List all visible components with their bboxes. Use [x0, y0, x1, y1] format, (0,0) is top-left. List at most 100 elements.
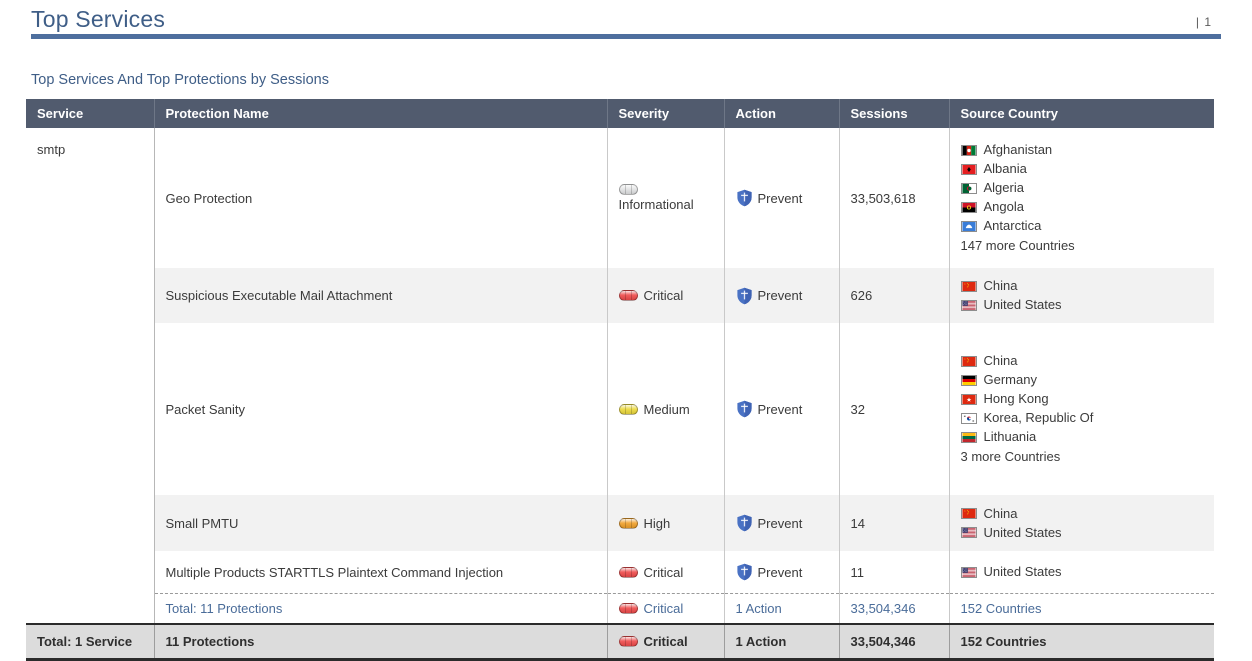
severity-cell: Critical — [607, 551, 724, 594]
title-underline — [31, 34, 1221, 39]
severity-cell: Medium — [607, 323, 724, 495]
country-name: Algeria — [984, 181, 1024, 195]
flag-united-states-icon — [961, 527, 977, 538]
table-body: smtp Geo Protection Informational — [26, 128, 1214, 660]
flag-china-icon — [961, 508, 977, 519]
grand-total-protection-cell: 11 Protections — [154, 624, 607, 660]
severity-cell: Informational — [607, 128, 724, 268]
top-services-table-wrapper: Service Protection Name Severity Action … — [26, 99, 1214, 661]
table-row[interactable]: Packet Sanity Medium — [26, 323, 1214, 495]
sessions-cell: 33,503,618 — [839, 128, 949, 268]
country-name: United States — [984, 298, 1062, 312]
action-cell: Prevent — [724, 495, 839, 551]
flag-united-states-icon — [961, 567, 977, 578]
report-page: Top Services | 1 Top Services And Top Pr… — [0, 0, 1252, 657]
severity-pill-high-icon — [619, 518, 638, 529]
subtotal-sessions-cell: 33,504,346 — [839, 594, 949, 625]
severity-label: High — [644, 516, 671, 531]
severity-label: Critical — [644, 634, 688, 649]
column-header-severity[interactable]: Severity — [607, 99, 724, 128]
column-header-sessions[interactable]: Sessions — [839, 99, 949, 128]
shield-icon — [736, 189, 753, 207]
flag-germany-icon — [961, 375, 977, 386]
table-row[interactable]: Small PMTU High — [26, 495, 1214, 551]
column-header-action[interactable]: Action — [724, 99, 839, 128]
country-name: Antarctica — [984, 219, 1042, 233]
grand-total-country-cell: 152 Countries — [949, 624, 1214, 660]
column-header-protection-name[interactable]: Protection Name — [154, 99, 607, 128]
severity-label: Medium — [644, 402, 690, 417]
action-label: Prevent — [758, 565, 803, 580]
flag-albania-icon — [961, 164, 977, 175]
subtotal-protection-cell: Total: 11 Protections — [154, 594, 607, 625]
protection-name-cell: Small PMTU — [154, 495, 607, 551]
flag-angola-icon — [961, 202, 977, 213]
page-number: | 1 — [1196, 15, 1212, 29]
country-item: United States — [961, 298, 1215, 312]
severity-pill-critical-icon — [619, 603, 638, 614]
country-item: Albania — [961, 162, 1215, 176]
country-name: Hong Kong — [984, 392, 1049, 406]
severity-label: Critical — [644, 601, 684, 616]
country-name: China — [984, 279, 1018, 293]
grand-total-action-cell: 1 Action — [724, 624, 839, 660]
action-label: Prevent — [758, 516, 803, 531]
shield-icon — [736, 514, 753, 532]
severity-pill-critical-icon — [619, 290, 638, 301]
column-header-service[interactable]: Service — [26, 99, 154, 128]
country-name: China — [984, 354, 1018, 368]
country-name: United States — [984, 565, 1062, 579]
country-name: Afghanistan — [984, 143, 1053, 157]
country-item: Lithuania — [961, 430, 1215, 444]
country-item: Germany — [961, 373, 1215, 387]
grand-total-service-cell: Total: 1 Service — [26, 624, 154, 660]
severity-label: Critical — [644, 288, 684, 303]
source-country-cell: China United States — [949, 495, 1214, 551]
source-country-cell: Afghanistan Albania — [949, 128, 1214, 268]
grand-total-severity-cell: Critical — [607, 624, 724, 660]
flag-hong-kong-icon — [961, 394, 977, 405]
flag-china-icon — [961, 356, 977, 367]
service-cell: smtp — [26, 128, 154, 624]
top-services-table: Service Protection Name Severity Action … — [26, 99, 1214, 661]
country-item: Hong Kong — [961, 392, 1215, 406]
country-name: United States — [984, 526, 1062, 540]
severity-label: Critical — [644, 565, 684, 580]
column-header-source-country[interactable]: Source Country — [949, 99, 1214, 128]
severity-cell: Critical — [607, 268, 724, 323]
grand-total-sessions-cell: 33,504,346 — [839, 624, 949, 660]
grand-total-row: Total: 1 Service 11 Protections Critical… — [26, 624, 1214, 660]
country-item: Afghanistan — [961, 143, 1215, 157]
country-name: Lithuania — [984, 430, 1037, 444]
country-item: Algeria — [961, 181, 1215, 195]
table-header-row: Service Protection Name Severity Action … — [26, 99, 1214, 128]
flag-united-states-icon — [961, 300, 977, 311]
shield-icon — [736, 287, 753, 305]
source-country-cell: China Germany — [949, 323, 1214, 495]
table-row[interactable]: Multiple Products STARTTLS Plaintext Com… — [26, 551, 1214, 594]
country-item: China — [961, 279, 1215, 293]
country-item: Angola — [961, 200, 1215, 214]
action-label: Prevent — [758, 402, 803, 417]
severity-pill-informational-icon — [619, 184, 638, 195]
more-countries-label: 3 more Countries — [961, 449, 1215, 464]
source-country-cell: United States — [949, 551, 1214, 594]
country-item: China — [961, 354, 1215, 368]
flag-antarctica-icon — [961, 221, 977, 232]
severity-pill-critical-icon — [619, 567, 638, 578]
flag-china-icon — [961, 281, 977, 292]
protection-name-cell: Geo Protection — [154, 128, 607, 268]
table-row[interactable]: smtp Geo Protection Informational — [26, 128, 1214, 268]
action-label: Prevent — [758, 191, 803, 206]
more-countries-label: 147 more Countries — [961, 238, 1215, 253]
page-title: Top Services — [31, 6, 165, 33]
action-cell: Prevent — [724, 551, 839, 594]
section-subtitle: Top Services And Top Protections by Sess… — [31, 72, 329, 88]
table-row[interactable]: Suspicious Executable Mail Attachment Cr… — [26, 268, 1214, 323]
sessions-cell: 626 — [839, 268, 949, 323]
country-item: United States — [961, 526, 1215, 540]
country-item: United States — [961, 565, 1215, 579]
action-cell: Prevent — [724, 268, 839, 323]
action-label: Prevent — [758, 288, 803, 303]
country-name: Angola — [984, 200, 1024, 214]
